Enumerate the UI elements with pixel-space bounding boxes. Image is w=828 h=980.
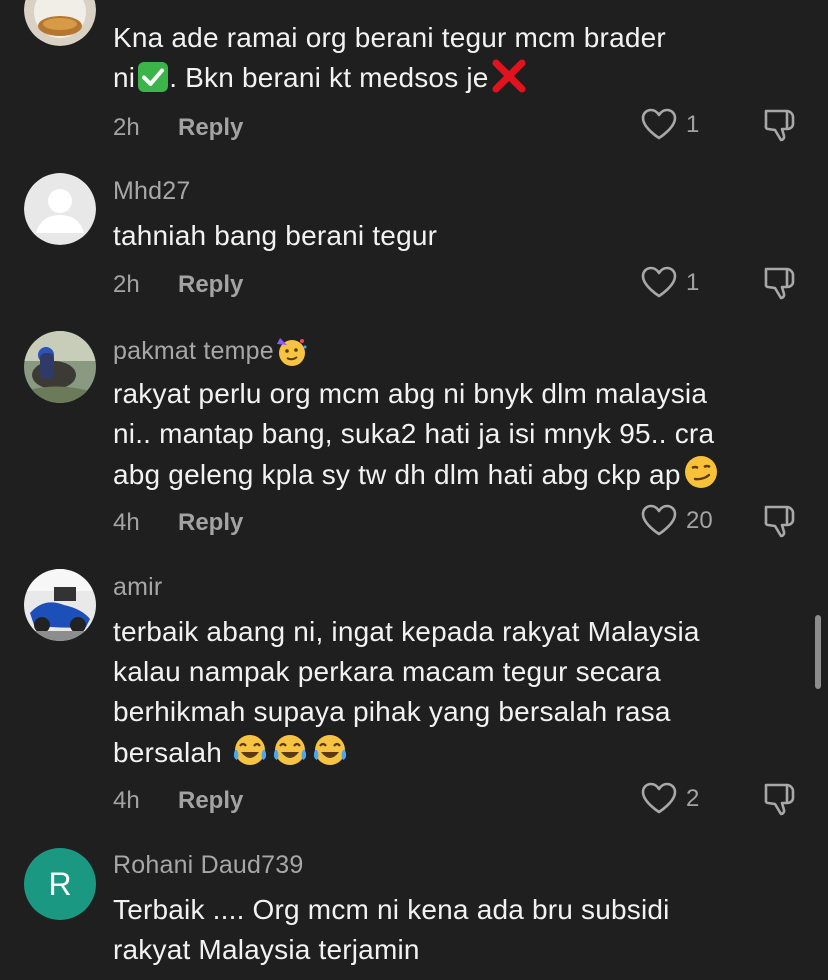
thumbs-down-outline-icon xyxy=(764,109,795,142)
username-row: pakmat tempe xyxy=(113,335,308,374)
comment-timestamp: 2h xyxy=(113,271,140,298)
comment-timestamp: 2h xyxy=(113,114,140,141)
thumbs-down-outline-icon xyxy=(764,783,795,816)
username[interactable]: Rohani Daud739 xyxy=(113,851,303,880)
comment-meta: 4h Reply xyxy=(113,787,243,815)
avatar-commenter-2[interactable] xyxy=(24,173,96,245)
avatar-commenter-4[interactable] xyxy=(24,569,96,641)
dislike-button[interactable] xyxy=(762,780,798,820)
comment-text: Kna ade ramai org berani tegur mcm brade… xyxy=(113,18,803,104)
scrollbar-thumb[interactable] xyxy=(815,615,821,689)
like-button[interactable]: 2 xyxy=(640,779,720,819)
tears-of-joy-emoji xyxy=(232,732,350,779)
cross-mark-emoji xyxy=(491,59,527,104)
comment-line: berhikmah supaya pihak yang bersalah ras… xyxy=(113,696,671,727)
like-count: 2 xyxy=(686,785,700,812)
reply-button[interactable]: Reply xyxy=(178,787,243,815)
like-button[interactable]: 1 xyxy=(640,263,720,303)
comment-text: terbaik abang ni, ingat kepada rakyat Ma… xyxy=(113,612,803,779)
comment-text: Terbaik .... Org mcm ni kena ada bru sub… xyxy=(113,890,803,970)
heart-outline-icon xyxy=(641,504,677,536)
comment-line: ni. Bkn berani kt medsos je xyxy=(113,58,803,104)
dislike-button[interactable] xyxy=(762,264,798,304)
check-mark-emoji xyxy=(137,61,169,104)
comment-timestamp: 4h xyxy=(113,509,140,536)
username[interactable]: pakmat tempe xyxy=(113,337,274,365)
comment-text: rakyat perlu org mcm abg ni bnyk dlm mal… xyxy=(113,374,803,501)
comment-line: terbaik abang ni, ingat kepada rakyat Ma… xyxy=(113,616,700,647)
comment-line: bersalah xyxy=(113,732,803,779)
partying-face-emoji xyxy=(274,335,308,374)
comment-meta: 4h Reply xyxy=(113,509,243,537)
avatar-commenter-1[interactable] xyxy=(24,0,96,46)
dislike-button[interactable] xyxy=(762,502,798,542)
comment-meta: 2h Reply xyxy=(113,271,243,299)
username[interactable]: Mhd27 xyxy=(113,177,190,206)
heart-outline-icon xyxy=(641,266,677,298)
dislike-button[interactable] xyxy=(762,106,798,146)
like-count: 1 xyxy=(686,269,700,296)
heart-outline-icon xyxy=(641,782,677,814)
reply-button[interactable]: Reply xyxy=(178,509,243,537)
comment-line: rakyat perlu org mcm abg ni bnyk dlm mal… xyxy=(113,378,708,409)
reply-button[interactable]: Reply xyxy=(178,114,243,142)
comment-timestamp: 4h xyxy=(113,787,140,814)
comment-text: tahniah bang berani tegur xyxy=(113,216,803,256)
comment-line: Kna ade ramai org berani tegur mcm brade… xyxy=(113,22,666,53)
heart-outline-icon xyxy=(641,108,677,140)
smirking-face-emoji xyxy=(683,454,719,501)
thumbs-down-outline-icon xyxy=(764,267,795,300)
like-button[interactable]: 1 xyxy=(640,105,720,145)
avatar-commenter-3[interactable] xyxy=(24,331,96,403)
comment-line: Terbaik .... Org mcm ni kena ada bru sub… xyxy=(113,894,670,925)
person-silhouette-icon xyxy=(24,173,96,245)
like-button[interactable]: 20 xyxy=(640,501,720,541)
like-count: 1 xyxy=(686,111,700,138)
comment-meta: 2h Reply xyxy=(113,114,243,142)
thumbs-down-outline-icon xyxy=(764,505,795,538)
comment-line: kalau nampak perkara macam tegur secara xyxy=(113,656,661,687)
username[interactable]: amir xyxy=(113,573,162,602)
comment-line: tahniah bang berani tegur xyxy=(113,220,438,251)
reply-button[interactable]: Reply xyxy=(178,271,243,299)
comment-line: abg geleng kpla sy tw dh dlm hati abg ck… xyxy=(113,454,803,501)
avatar-letter: R xyxy=(48,865,72,902)
comment-line: ni.. mantap bang, suka2 hati ja isi mnyk… xyxy=(113,418,715,449)
comment-line: rakyat Malaysia terjamin xyxy=(113,934,420,965)
avatar-commenter-5[interactable]: R xyxy=(24,848,96,920)
like-count: 20 xyxy=(686,507,713,534)
